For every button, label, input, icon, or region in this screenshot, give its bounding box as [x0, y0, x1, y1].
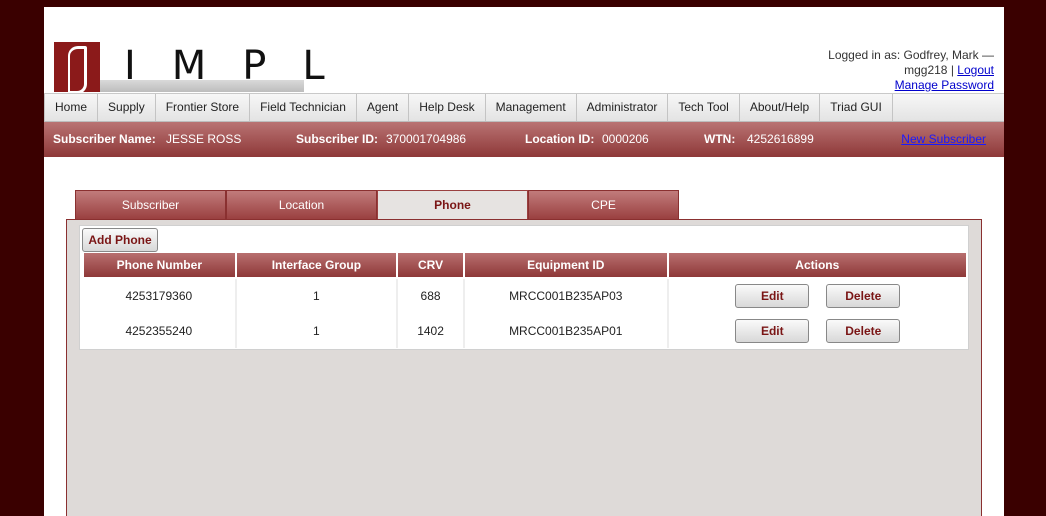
page: IMPL Logged in as: Godfrey, Mark — mgg21…	[44, 7, 1004, 516]
nav-item-administrator[interactable]: Administrator	[577, 94, 669, 121]
actions-cell: Edit Delete	[668, 278, 967, 313]
simpl-logo: IMPL	[54, 42, 325, 94]
tab-subscriber[interactable]: Subscriber	[75, 190, 226, 219]
phone-panel: Add Phone Phone Number Interface Group C…	[66, 219, 982, 516]
col-actions: Actions	[666, 253, 969, 279]
nav-item-triad-gui[interactable]: Triad GUI	[820, 94, 893, 121]
location-id-value: 0000206	[602, 132, 649, 146]
tab-cpe[interactable]: CPE	[528, 190, 679, 219]
phone-number-cell: 4252355240	[83, 313, 237, 348]
nav-item-management[interactable]: Management	[486, 94, 577, 121]
nav-item-frontier-store[interactable]: Frontier Store	[156, 94, 251, 121]
subscriber-name-value: JESSE ROSS	[166, 132, 242, 146]
nav-item-about-help[interactable]: About/Help	[740, 94, 821, 121]
tab-bar: Subscriber Location Phone CPE	[75, 190, 679, 219]
col-equipment-id[interactable]: Equipment ID	[462, 253, 669, 279]
table-row: 4252355240 1 1402 MRCC001B235AP01 Edit D…	[83, 313, 967, 348]
delete-button[interactable]: Delete	[826, 318, 901, 343]
equipment-id-cell: MRCC001B235AP03	[463, 278, 669, 313]
nav-item-agent[interactable]: Agent	[357, 94, 410, 121]
phone-number-cell: 4253179360	[83, 278, 237, 313]
col-interface-group[interactable]: Interface Group	[234, 253, 399, 279]
logo-s-mark	[54, 42, 100, 94]
phone-list-container: Add Phone Phone Number Interface Group C…	[79, 225, 969, 350]
wtn-value: 4252616899	[747, 132, 814, 146]
user-info: Logged in as: Godfrey, Mark — mgg218 | L…	[828, 48, 994, 93]
add-phone-button[interactable]: Add Phone	[82, 228, 158, 252]
logo-letters: IMPL	[124, 43, 361, 89]
main-nav: Home Supply Frontier Store Field Technic…	[44, 93, 1004, 122]
table-row: 4253179360 1 688 MRCC001B235AP03 Edit De…	[83, 278, 967, 313]
tab-phone[interactable]: Phone	[377, 190, 528, 219]
tab-location[interactable]: Location	[226, 190, 377, 219]
interface-group-cell: 1	[235, 278, 399, 313]
col-crv[interactable]: CRV	[396, 253, 465, 279]
delete-button[interactable]: Delete	[826, 284, 901, 308]
nav-item-help-desk[interactable]: Help Desk	[409, 94, 486, 121]
logout-link[interactable]: Logout	[957, 63, 994, 77]
location-id-label: Location ID:	[525, 132, 595, 146]
crv-cell: 688	[397, 278, 465, 313]
interface-group-cell: 1	[235, 313, 399, 348]
subscriber-id-value: 370001704986	[386, 132, 467, 146]
subscriber-id-label: Subscriber ID:	[296, 132, 379, 146]
manage-password-link[interactable]: Manage Password	[895, 78, 994, 92]
phone-table: Phone Number Interface Group CRV Equipme…	[82, 253, 969, 348]
subscriber-name-label: Subscriber Name:	[53, 132, 156, 146]
username: mgg218	[904, 63, 948, 77]
wtn-label: WTN:	[704, 132, 736, 146]
separator: |	[950, 63, 954, 77]
edit-button[interactable]: Edit	[735, 284, 810, 308]
crv-cell: 1402	[397, 313, 465, 348]
equipment-id-cell: MRCC001B235AP01	[463, 313, 669, 348]
logged-in-text: Logged in as: Godfrey, Mark —	[828, 48, 994, 62]
actions-cell: Edit Delete	[668, 313, 967, 348]
nav-item-home[interactable]: Home	[44, 94, 99, 121]
nav-item-tech-tool[interactable]: Tech Tool	[668, 94, 740, 121]
edit-button[interactable]: Edit	[735, 318, 810, 343]
nav-item-supply[interactable]: Supply	[98, 94, 156, 121]
new-subscriber-link[interactable]: New Subscriber	[901, 132, 986, 146]
subscriber-bar: Subscriber Name: JESSE ROSS Subscriber I…	[44, 122, 1004, 157]
nav-item-field-technician[interactable]: Field Technician	[250, 94, 357, 121]
col-phone-number[interactable]: Phone Number	[82, 253, 237, 279]
